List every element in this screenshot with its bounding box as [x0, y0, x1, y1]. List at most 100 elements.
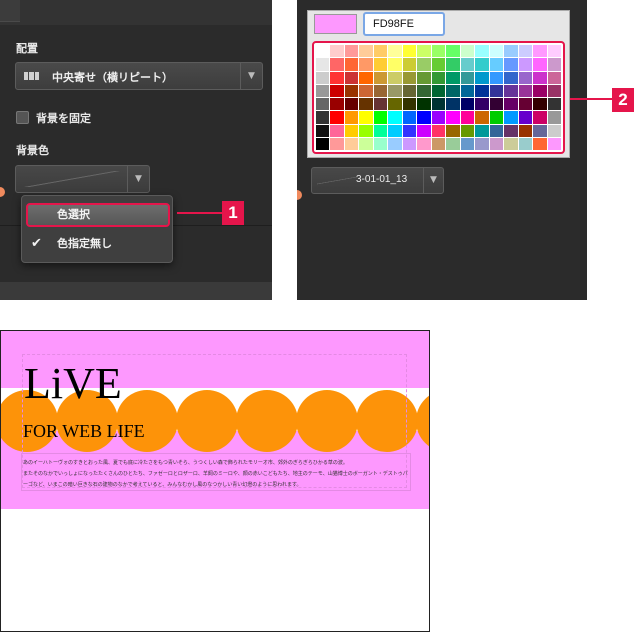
color-swatch[interactable]: [460, 58, 475, 71]
color-swatch[interactable]: [475, 71, 489, 84]
color-swatch[interactable]: [330, 45, 344, 58]
color-swatch[interactable]: [489, 98, 504, 111]
color-swatch[interactable]: [489, 84, 504, 97]
color-swatch[interactable]: [373, 124, 388, 137]
color-swatch[interactable]: [446, 111, 460, 124]
color-swatch[interactable]: [489, 124, 504, 137]
color-swatch[interactable]: [359, 111, 373, 124]
menu-item-no-color[interactable]: ✔ 色指定無し: [26, 232, 170, 256]
color-swatch[interactable]: [359, 124, 373, 137]
color-swatch[interactable]: [504, 111, 518, 124]
color-swatch[interactable]: [504, 58, 518, 71]
top-field[interactable]: [0, 0, 20, 22]
color-swatch[interactable]: [359, 45, 373, 58]
color-swatch[interactable]: [431, 124, 446, 137]
color-swatch[interactable]: [446, 124, 460, 137]
background-color-select[interactable]: ▼: [15, 165, 150, 193]
color-swatch[interactable]: [388, 71, 402, 84]
color-swatch[interactable]: [431, 111, 446, 124]
color-swatch[interactable]: [518, 45, 533, 58]
color-swatch[interactable]: [388, 84, 402, 97]
color-swatch[interactable]: [489, 71, 504, 84]
color-swatch[interactable]: [316, 137, 330, 150]
color-swatch[interactable]: [533, 45, 547, 58]
color-swatch[interactable]: [417, 71, 431, 84]
color-swatch[interactable]: [344, 71, 359, 84]
color-swatch[interactable]: [489, 137, 504, 150]
color-swatch[interactable]: [475, 58, 489, 71]
color-swatch[interactable]: [344, 84, 359, 97]
color-swatch[interactable]: [489, 111, 504, 124]
color-swatch[interactable]: [547, 84, 561, 97]
color-swatch[interactable]: [417, 45, 431, 58]
color-swatch[interactable]: [417, 124, 431, 137]
color-swatch[interactable]: [533, 137, 547, 150]
color-swatch[interactable]: [330, 137, 344, 150]
color-swatch[interactable]: [489, 58, 504, 71]
color-swatch[interactable]: [533, 58, 547, 71]
color-swatch[interactable]: [475, 45, 489, 58]
color-swatch[interactable]: [518, 58, 533, 71]
color-swatch[interactable]: [344, 45, 359, 58]
color-swatch[interactable]: [402, 124, 417, 137]
color-swatch[interactable]: [547, 98, 561, 111]
color-swatch[interactable]: [316, 58, 330, 71]
color-swatch[interactable]: [475, 124, 489, 137]
color-swatch[interactable]: [316, 98, 330, 111]
color-swatch[interactable]: [518, 124, 533, 137]
color-swatch[interactable]: [518, 71, 533, 84]
color-swatch[interactable]: [475, 111, 489, 124]
color-swatch[interactable]: [446, 137, 460, 150]
color-swatch[interactable]: [518, 111, 533, 124]
color-swatch[interactable]: [533, 84, 547, 97]
color-swatch[interactable]: [547, 111, 561, 124]
color-swatch[interactable]: [547, 45, 561, 58]
color-swatch[interactable]: [417, 58, 431, 71]
color-swatch[interactable]: [330, 58, 344, 71]
color-swatch[interactable]: [402, 111, 417, 124]
color-swatch[interactable]: [330, 111, 344, 124]
color-swatch[interactable]: [518, 98, 533, 111]
color-swatch[interactable]: [518, 84, 533, 97]
color-swatch[interactable]: [504, 71, 518, 84]
color-swatch[interactable]: [460, 84, 475, 97]
hex-color-input[interactable]: FD98FE: [363, 12, 445, 36]
color-swatch[interactable]: [388, 124, 402, 137]
color-swatch[interactable]: [533, 124, 547, 137]
color-swatch[interactable]: [504, 45, 518, 58]
color-swatch[interactable]: [316, 124, 330, 137]
color-swatch[interactable]: [547, 124, 561, 137]
color-swatch[interactable]: [431, 71, 446, 84]
color-swatch[interactable]: [344, 98, 359, 111]
color-swatch[interactable]: [460, 111, 475, 124]
color-swatch[interactable]: [533, 111, 547, 124]
color-swatch[interactable]: [504, 137, 518, 150]
color-swatch[interactable]: [316, 71, 330, 84]
menu-item-choose-color[interactable]: 色選択: [26, 203, 170, 227]
color-swatch[interactable]: [373, 58, 388, 71]
color-swatch[interactable]: [344, 137, 359, 150]
color-swatch[interactable]: [431, 45, 446, 58]
color-swatch[interactable]: [402, 71, 417, 84]
color-swatch[interactable]: [373, 137, 388, 150]
color-swatch[interactable]: [489, 45, 504, 58]
color-swatch[interactable]: [475, 84, 489, 97]
color-swatch[interactable]: [359, 71, 373, 84]
color-swatch[interactable]: [417, 137, 431, 150]
color-swatch[interactable]: [330, 71, 344, 84]
color-swatch[interactable]: [373, 111, 388, 124]
color-swatch[interactable]: [431, 137, 446, 150]
color-swatch[interactable]: [344, 58, 359, 71]
color-swatch[interactable]: [547, 137, 561, 150]
color-swatch[interactable]: [402, 137, 417, 150]
color-swatch[interactable]: [460, 124, 475, 137]
color-swatch[interactable]: [402, 58, 417, 71]
color-swatch[interactable]: [417, 111, 431, 124]
color-swatch[interactable]: [402, 98, 417, 111]
color-swatch[interactable]: [460, 45, 475, 58]
color-swatch[interactable]: [316, 111, 330, 124]
color-swatch[interactable]: [446, 98, 460, 111]
color-swatch[interactable]: [547, 71, 561, 84]
layout-select[interactable]: 中央寄せ（横リピート） ▼: [15, 62, 263, 90]
background-image-select[interactable]: 3-01-01_13 ▼: [311, 167, 444, 194]
